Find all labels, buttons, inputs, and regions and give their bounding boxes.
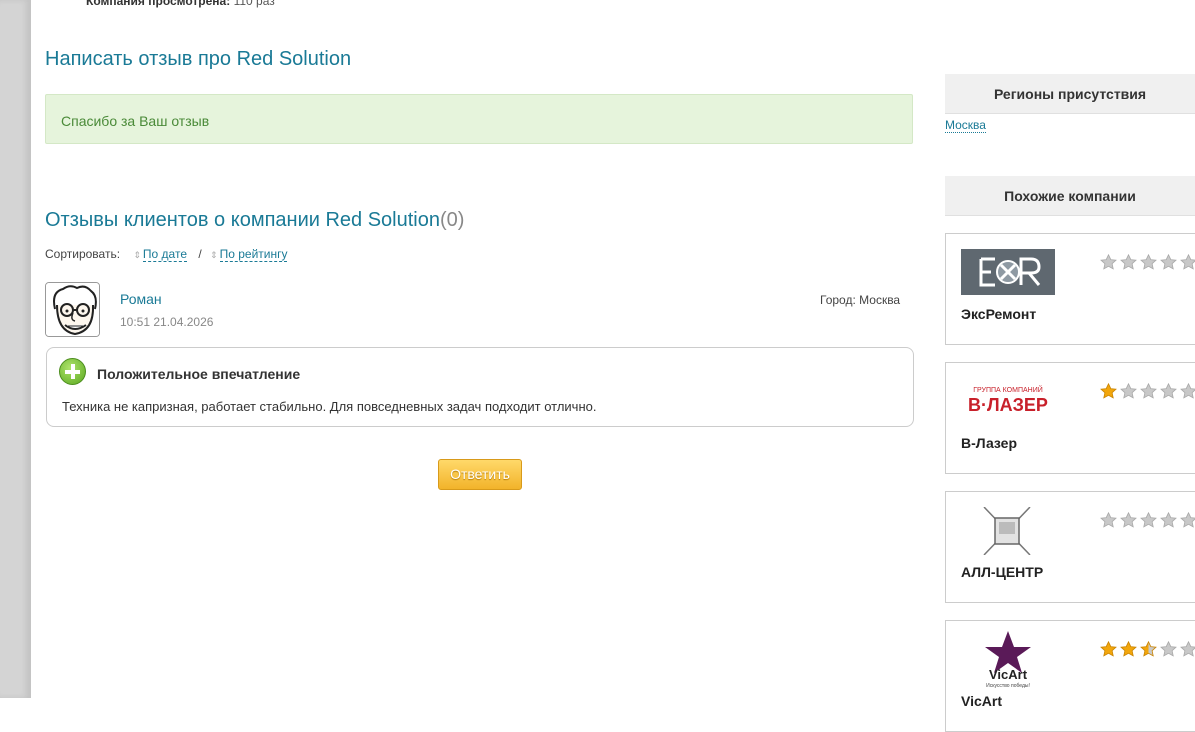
company-rating: [1100, 383, 1195, 399]
reviewer-avatar: [45, 282, 100, 337]
star-icon: [1120, 641, 1137, 657]
views-counter: Компания просмотрена: 110 раз: [86, 0, 275, 8]
sort-arrows-icon: ⇕: [133, 250, 141, 260]
star-icon: [1100, 254, 1117, 270]
regions-header: Регионы присутствия: [945, 74, 1195, 114]
city-label: Город:: [820, 293, 856, 307]
company-name[interactable]: В-Лазер: [961, 435, 1017, 451]
write-review-title: Написать отзыв про Red Solution: [45, 48, 352, 70]
star-icon: [1140, 254, 1157, 270]
star-icon: [1100, 512, 1117, 528]
company-card[interactable]: ЭксРемонт: [945, 233, 1195, 345]
vlazer-logo-icon: ГРУППА КОМПАНИЙ В·ЛАЗЕР: [968, 385, 1048, 415]
review-card: Положительное впечатление Техника не кап…: [46, 347, 914, 427]
star-icon: [1180, 512, 1195, 528]
star-icon: [1160, 641, 1177, 657]
company-card[interactable]: АЛЛ-ЦЕНТР: [945, 491, 1195, 603]
star-icon: [1160, 512, 1177, 528]
region-link-moscow[interactable]: Москва: [945, 118, 986, 133]
company-name[interactable]: АЛЛ-ЦЕНТР: [961, 564, 1043, 580]
review-datetime: 10:51 21.04.2026: [120, 315, 214, 329]
plus-circle-icon: [59, 358, 86, 385]
star-icon: [1140, 641, 1157, 657]
sort-bar: Сортировать: ⇕ По дате / ⇕ По рейтингу: [45, 247, 288, 262]
star-icon: [1160, 383, 1177, 399]
thanks-notice-text: Спасибо за Ваш отзыв: [61, 113, 210, 129]
reviewer-city: Город: Москва: [820, 293, 900, 307]
vicart-logo-caption: Искусство победы!: [986, 683, 1030, 689]
star-icon: [1140, 512, 1157, 528]
company-name[interactable]: ЭксРемонт: [961, 306, 1036, 322]
company-name[interactable]: VicArt: [961, 693, 1002, 709]
star-icon: [1100, 641, 1117, 657]
views-value: 110 раз: [233, 0, 275, 8]
review-text: Техника не капризная, работает стабильно…: [62, 399, 597, 414]
star-icon: [1120, 383, 1137, 399]
sort-arrows-icon: ⇕: [210, 250, 218, 260]
star-icon: [1180, 254, 1195, 270]
vlazer-logo-text: В·ЛАЗЕР: [968, 395, 1048, 415]
company-card[interactable]: ГРУППА КОМПАНИЙ В·ЛАЗЕР В-Лазер: [945, 362, 1195, 474]
placeholder-logo-icon: [983, 507, 1031, 555]
reviews-title-text: Отзывы клиентов о компании Red Solution: [45, 209, 440, 231]
star-icon: [1120, 254, 1137, 270]
company-rating: [1100, 641, 1195, 657]
left-margin-divider: [30, 0, 31, 698]
vicart-logo-icon: VicArt Искусство победы!: [985, 631, 1031, 689]
vicart-logo-text: VicArt: [989, 667, 1028, 682]
star-icon: [1140, 383, 1157, 399]
company-rating: [1100, 254, 1195, 270]
star-icon: [1180, 641, 1195, 657]
views-label: Компания просмотрена:: [86, 0, 231, 8]
vlazer-logo-caption: ГРУППА КОМПАНИЙ: [973, 385, 1043, 394]
review-impression: Положительное впечатление: [97, 366, 301, 382]
reviews-count: (0): [440, 209, 465, 231]
cartoon-face-icon: [46, 283, 99, 336]
star-icon: [1160, 254, 1177, 270]
reviewer-name[interactable]: Роман: [120, 291, 162, 307]
company-card[interactable]: VicArt Искусство победы! VicArt: [945, 620, 1195, 732]
sort-label: Сортировать:: [45, 247, 121, 261]
sort-by-rating-link[interactable]: По рейтингу: [219, 247, 288, 262]
sort-by-date-link[interactable]: По дате: [142, 247, 188, 262]
reply-button[interactable]: Ответить: [438, 459, 522, 490]
star-icon: [1100, 383, 1117, 399]
city-value: Москва: [859, 293, 901, 307]
exremont-logo-icon: [961, 249, 1055, 295]
left-margin-bar: [0, 0, 30, 698]
star-icon: [1180, 383, 1195, 399]
similar-companies-header: Похожие компании: [945, 176, 1195, 216]
reviews-title: Отзывы клиентов о компании Red Solution(…: [45, 209, 464, 232]
company-rating: [1100, 512, 1195, 528]
thanks-notice: Спасибо за Ваш отзыв: [45, 94, 913, 144]
star-icon: [1120, 512, 1137, 528]
sort-separator: /: [198, 247, 202, 261]
